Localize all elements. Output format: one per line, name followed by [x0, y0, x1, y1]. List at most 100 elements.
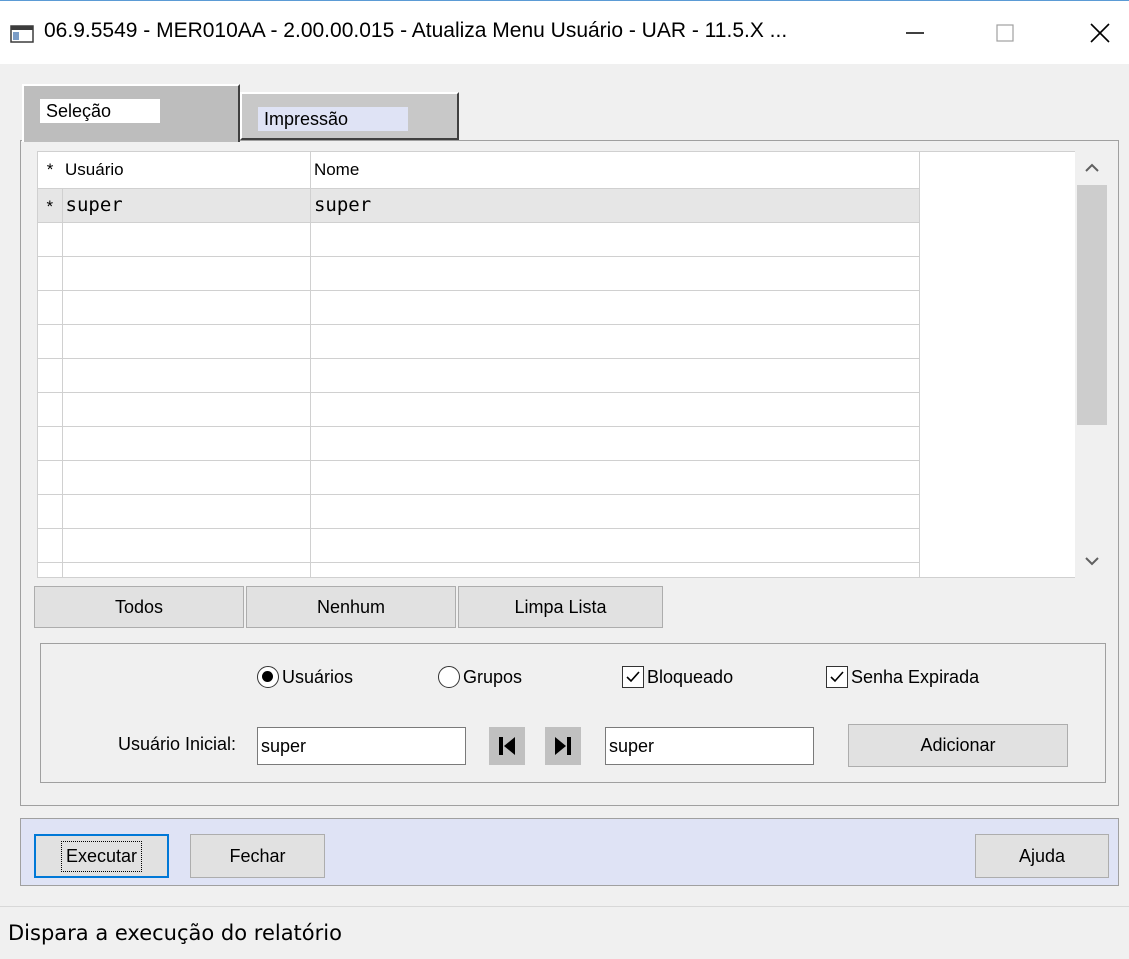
window-title: 06.9.5549 - MER010AA - 2.00.00.015 - Atu…	[44, 19, 788, 42]
minimize-icon	[906, 32, 924, 34]
usuario-final-input[interactable]: super	[605, 727, 814, 765]
radio-usuarios-label: Usuários	[282, 666, 354, 687]
checkmark-icon	[626, 671, 640, 683]
adicionar-button[interactable]: Adicionar	[848, 724, 1068, 767]
empty-cell[interactable]	[62, 494, 311, 529]
table-header-row: * Usuário Nome	[38, 152, 921, 189]
empty-cell[interactable]	[62, 290, 311, 325]
users-table: * Usuário Nome * super super	[38, 152, 921, 577]
empty-cell[interactable]	[38, 222, 63, 257]
empty-cell[interactable]	[310, 324, 921, 359]
table-row-empty[interactable]	[38, 562, 921, 577]
first-record-button[interactable]	[489, 727, 525, 765]
app-window-icon	[10, 25, 34, 43]
empty-cell[interactable]	[38, 460, 63, 495]
empty-cell[interactable]	[62, 528, 311, 563]
table-row-empty[interactable]	[38, 528, 921, 563]
limpa-lista-button[interactable]: Limpa Lista	[458, 586, 663, 628]
empty-cell[interactable]	[62, 392, 311, 427]
action-button-bar	[20, 818, 1119, 886]
table-row-empty[interactable]	[38, 392, 921, 427]
chevron-up-icon	[1085, 163, 1099, 172]
checkbox-senha-expirada[interactable]: Senha Expirada	[826, 664, 979, 690]
table-row-empty[interactable]	[38, 494, 921, 529]
column-header-usuario[interactable]: Usuário	[62, 152, 311, 189]
radio-usuarios[interactable]: Usuários	[257, 664, 353, 690]
table-row[interactable]: * super super	[38, 188, 921, 223]
row-indicator: *	[38, 188, 63, 223]
radio-grupos-label: Grupos	[463, 666, 523, 687]
checkbox-bloqueado-label: Bloqueado	[647, 666, 734, 687]
empty-cell[interactable]	[310, 392, 921, 427]
scroll-up-button[interactable]	[1075, 151, 1109, 185]
empty-cell[interactable]	[310, 528, 921, 563]
scroll-thumb[interactable]	[1077, 185, 1107, 425]
empty-cell[interactable]	[38, 426, 63, 461]
empty-cell[interactable]	[38, 392, 63, 427]
executar-label: Executar	[60, 840, 143, 872]
ajuda-button[interactable]: Ajuda	[975, 834, 1109, 878]
empty-cell[interactable]	[62, 222, 311, 257]
empty-cell[interactable]	[310, 562, 921, 577]
empty-cell[interactable]	[62, 562, 311, 577]
checkmark-icon	[830, 671, 844, 683]
empty-cell[interactable]	[62, 358, 311, 393]
table-row-empty[interactable]	[38, 222, 921, 257]
checkbox-senha-expirada-box[interactable]	[826, 666, 848, 688]
title-bar: 06.9.5549 - MER010AA - 2.00.00.015 - Atu…	[0, 0, 1129, 64]
chevron-down-icon	[1085, 557, 1099, 566]
fechar-button[interactable]: Fechar	[190, 834, 325, 878]
empty-cell[interactable]	[310, 494, 921, 529]
cell-nome[interactable]: super	[310, 188, 921, 223]
usuario-inicial-input[interactable]: super	[257, 727, 466, 765]
empty-cell[interactable]	[38, 494, 63, 529]
close-button[interactable]	[1077, 11, 1123, 55]
empty-cell[interactable]	[38, 256, 63, 291]
checkbox-bloqueado[interactable]: Bloqueado	[622, 664, 733, 690]
status-bar: Dispara a execução do relatório	[0, 906, 1129, 959]
table-row-empty[interactable]	[38, 460, 921, 495]
last-record-button[interactable]	[545, 727, 581, 765]
empty-cell[interactable]	[38, 562, 63, 577]
checkbox-senha-expirada-label: Senha Expirada	[851, 666, 980, 687]
radio-grupos[interactable]: Grupos	[438, 664, 522, 690]
table-row-empty[interactable]	[38, 358, 921, 393]
empty-cell[interactable]	[310, 222, 921, 257]
table-row-empty[interactable]	[38, 256, 921, 291]
executar-button[interactable]: Executar	[34, 834, 169, 878]
minimize-button[interactable]	[892, 11, 938, 55]
tab-impressao-label: Impressão	[258, 107, 408, 131]
empty-cell[interactable]	[62, 426, 311, 461]
tab-selecao[interactable]: Seleção	[22, 84, 240, 142]
table-row-empty[interactable]	[38, 426, 921, 461]
status-text: Dispara a execução do relatório	[8, 921, 342, 945]
empty-cell[interactable]	[38, 358, 63, 393]
empty-cell[interactable]	[310, 290, 921, 325]
empty-cell[interactable]	[62, 460, 311, 495]
table-row-empty[interactable]	[38, 290, 921, 325]
cell-usuario[interactable]: super	[62, 188, 311, 223]
radio-grupos-indicator[interactable]	[438, 666, 460, 688]
empty-cell[interactable]	[310, 460, 921, 495]
tab-impressao[interactable]: Impressão	[240, 92, 459, 140]
radio-usuarios-indicator[interactable]	[257, 666, 279, 688]
empty-cell[interactable]	[38, 528, 63, 563]
maximize-button[interactable]	[982, 11, 1028, 55]
empty-cell[interactable]	[38, 290, 63, 325]
column-header-nome[interactable]: Nome	[310, 152, 921, 189]
scroll-down-button[interactable]	[1075, 544, 1109, 578]
empty-cell[interactable]	[62, 256, 311, 291]
empty-cell[interactable]	[310, 426, 921, 461]
skip-last-icon	[555, 737, 571, 755]
tab-selecao-label: Seleção	[40, 99, 160, 123]
empty-cell[interactable]	[310, 358, 921, 393]
todos-button[interactable]: Todos	[34, 586, 244, 628]
nenhum-button[interactable]: Nenhum	[246, 586, 456, 628]
empty-cell[interactable]	[62, 324, 311, 359]
table-row-empty[interactable]	[38, 324, 921, 359]
empty-cell[interactable]	[310, 256, 921, 291]
users-grid[interactable]: * Usuário Nome * super super	[37, 151, 1109, 578]
empty-cell[interactable]	[38, 324, 63, 359]
grid-vertical-scrollbar[interactable]	[1075, 151, 1109, 578]
checkbox-bloqueado-box[interactable]	[622, 666, 644, 688]
